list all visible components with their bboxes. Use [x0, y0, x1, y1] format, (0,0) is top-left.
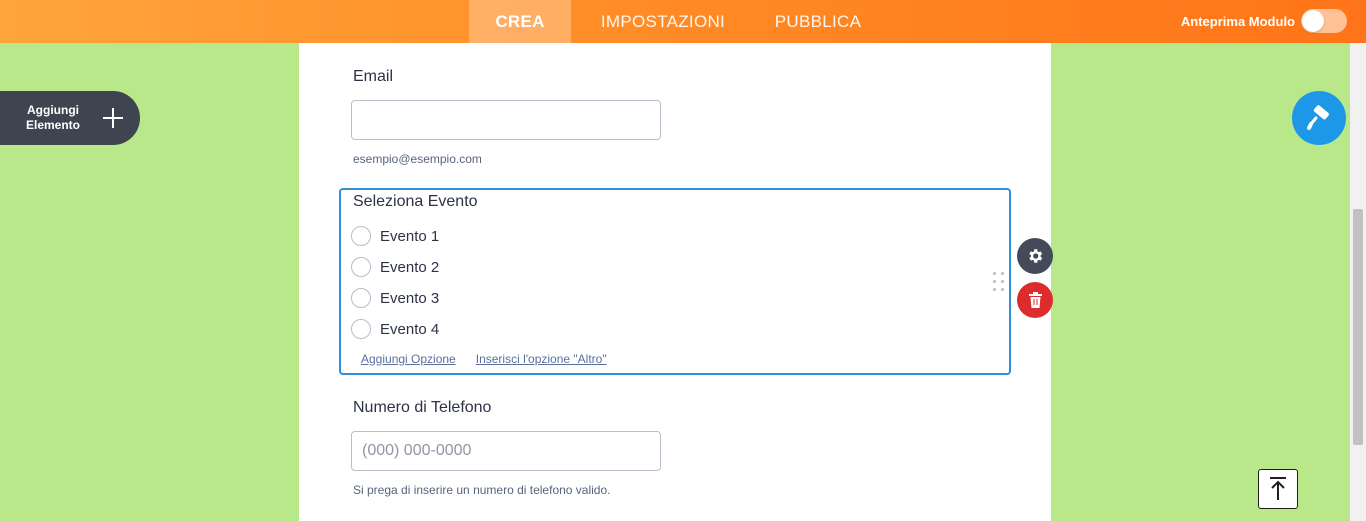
drag-handle-icon[interactable] — [993, 272, 1005, 292]
form-designer-button[interactable] — [1292, 91, 1346, 145]
paint-roller-icon — [1307, 105, 1329, 130]
event-option-label: Evento 2 — [380, 258, 440, 276]
add-element-button[interactable]: Aggiungi Elemento — [0, 91, 140, 145]
field-settings-button[interactable] — [1017, 238, 1053, 274]
email-label: Email — [353, 68, 394, 85]
event-label: Seleziona Evento — [353, 193, 478, 210]
event-field-selected[interactable]: Seleziona Evento Evento 1 Evento 2 Event… — [339, 188, 1011, 375]
event-option[interactable]: Evento 1 — [351, 226, 439, 246]
form-canvas: Email esempio@esempio.com Seleziona Even… — [299, 43, 1051, 521]
email-sublabel: esempio@esempio.com — [353, 152, 482, 166]
add-element-label: Aggiungi Elemento — [0, 103, 106, 133]
page-scrollbar[interactable] — [1350, 43, 1366, 521]
preview-toggle[interactable] — [1301, 9, 1347, 33]
tab-impostazioni[interactable]: IMPOSTAZIONI — [571, 0, 755, 43]
tab-pubblica[interactable]: PUBBLICA — [755, 0, 881, 43]
radio-button[interactable] — [351, 226, 371, 246]
tab-crea[interactable]: CREA — [469, 0, 571, 43]
phone-sublabel: Si prega di inserire un numero di telefo… — [353, 483, 611, 497]
builder-tabs: CREA IMPOSTAZIONI PUBBLICA — [469, 0, 881, 43]
event-option-label: Evento 4 — [380, 320, 440, 338]
event-option[interactable]: Evento 3 — [351, 288, 439, 308]
plus-icon — [102, 107, 124, 129]
phone-label: Numero di Telefono — [353, 399, 492, 416]
form-preview-control: Anteprima Modulo — [1181, 9, 1347, 33]
event-option-label: Evento 1 — [380, 227, 440, 245]
scroll-to-top-button[interactable] — [1258, 469, 1298, 509]
event-option[interactable]: Evento 4 — [351, 319, 439, 339]
preview-label: Anteprima Modulo — [1180, 13, 1295, 29]
scrollbar-thumb[interactable] — [1353, 209, 1363, 445]
event-option-label: Evento 3 — [380, 289, 440, 307]
phone-field[interactable] — [351, 431, 661, 471]
top-navigation-bar: CREA IMPOSTAZIONI PUBBLICA Anteprima Mod… — [0, 0, 1366, 43]
radio-button[interactable] — [351, 288, 371, 308]
option-actions: Aggiungi Opzione Inserisci l'opzione "Al… — [361, 352, 627, 366]
gear-icon — [1029, 249, 1043, 263]
trash-icon — [1028, 292, 1042, 308]
add-option-link[interactable]: Aggiungi Opzione — [361, 352, 456, 366]
event-option[interactable]: Evento 2 — [351, 257, 439, 277]
email-field[interactable] — [351, 100, 661, 140]
add-element-label-line1: Aggiungi — [27, 103, 79, 117]
add-element-label-line2: Elemento — [25, 118, 80, 132]
delete-field-button[interactable] — [1017, 282, 1053, 318]
toggle-knob — [1302, 10, 1324, 32]
add-other-option-link[interactable]: Inserisci l'opzione "Altro" — [476, 352, 607, 366]
radio-button[interactable] — [351, 319, 371, 339]
arrow-up-to-line-icon — [1270, 477, 1286, 500]
radio-button[interactable] — [351, 257, 371, 277]
